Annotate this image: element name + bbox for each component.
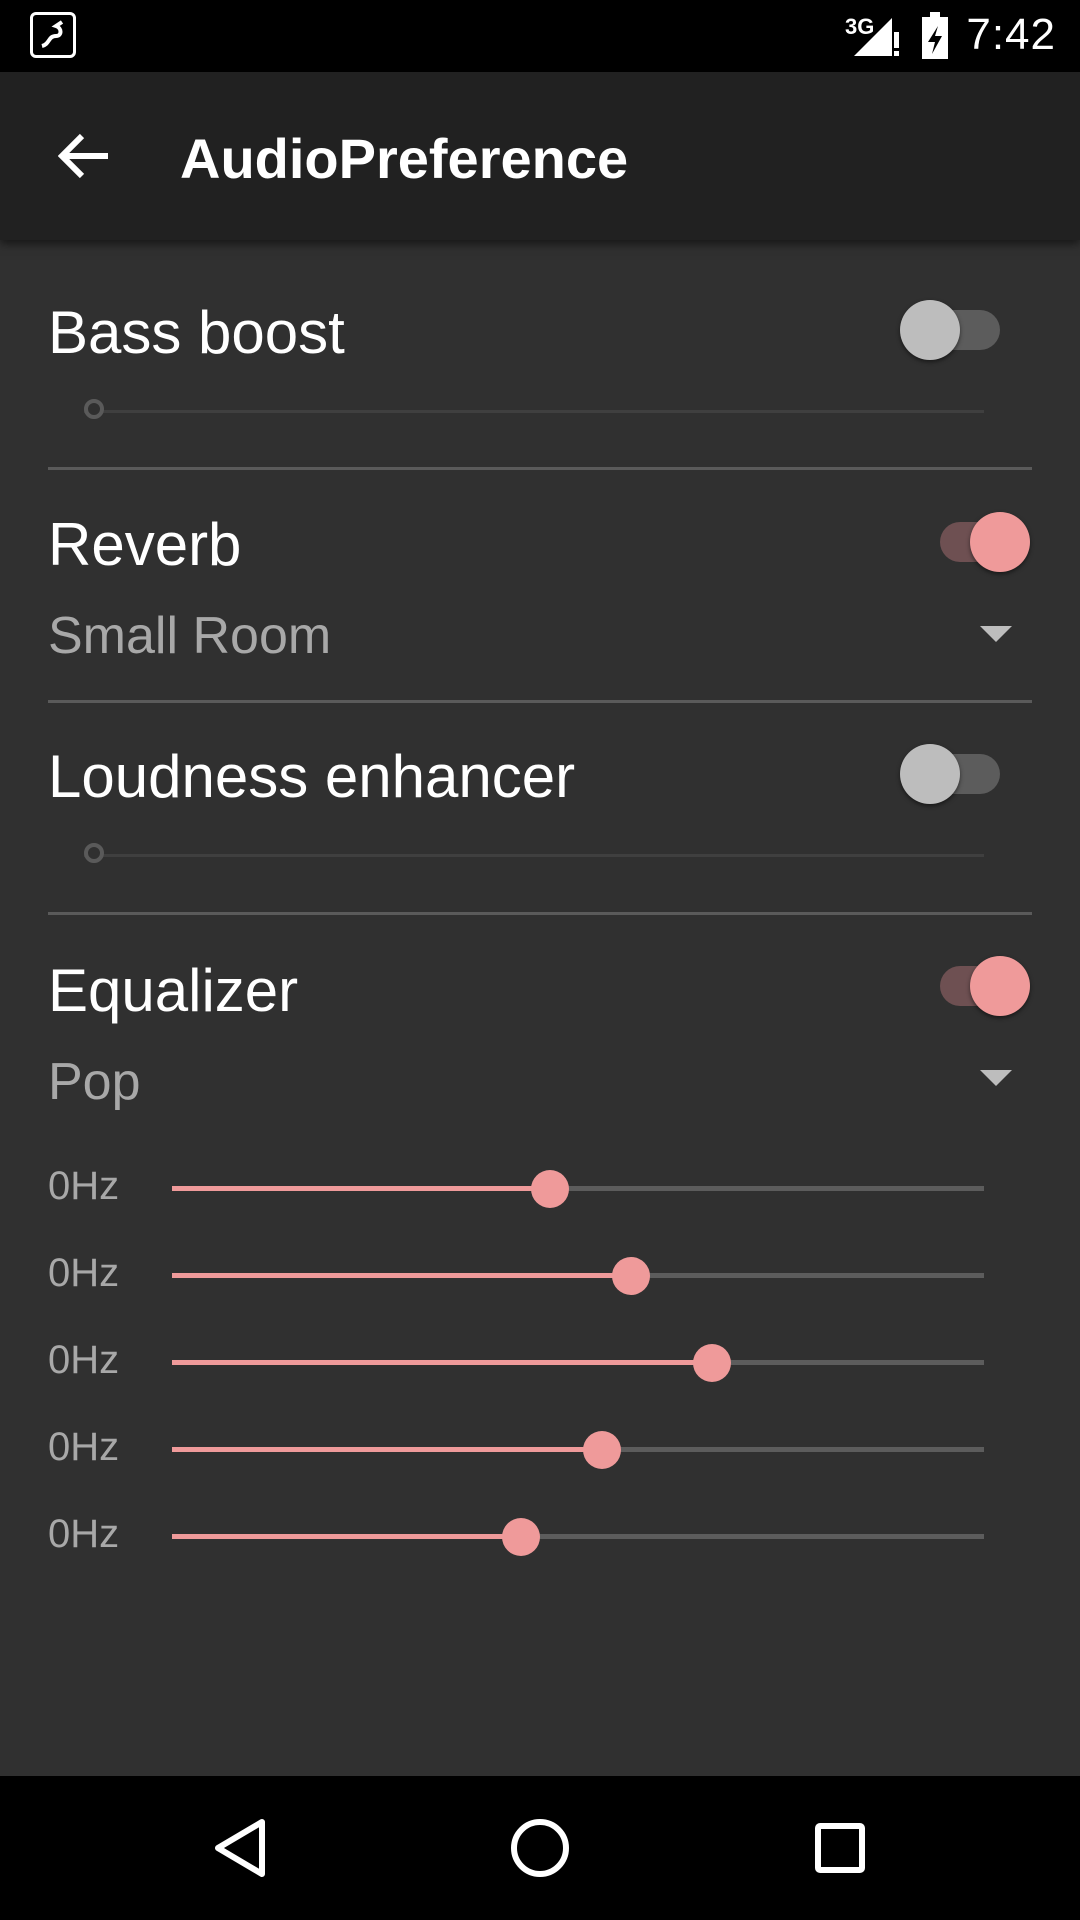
loudness-enhancer-switch[interactable]: [900, 744, 1010, 804]
equalizer-band-row: 0Hz: [0, 1506, 1080, 1566]
band-slider-thumb[interactable]: [692, 1344, 731, 1382]
loudness-enhancer-label: Loudness enhancer: [48, 743, 576, 810]
navigation-bar: [0, 1776, 1080, 1920]
band-slider[interactable]: [172, 1344, 984, 1382]
band-slider-thumb[interactable]: [502, 1518, 541, 1556]
equalizer-band-row: 0Hz: [0, 1332, 1080, 1392]
reverb-switch[interactable]: [920, 512, 1030, 572]
band-frequency-label: 0Hz: [48, 1164, 120, 1208]
status-bar: 3G 7:42: [0, 0, 1080, 72]
band-slider[interactable]: [172, 1431, 984, 1469]
arrow-back-icon[interactable]: [44, 116, 124, 196]
equalizer-band-row: 0Hz: [0, 1419, 1080, 1479]
back-triangle-icon[interactable]: [204, 1812, 276, 1884]
bass-boost-slider[interactable]: [84, 398, 984, 424]
band-slider[interactable]: [172, 1170, 984, 1208]
clock: 7:42: [966, 10, 1056, 59]
equalizer-switch[interactable]: [920, 956, 1030, 1016]
band-frequency-label: 0Hz: [48, 1251, 120, 1295]
recents-square-icon[interactable]: [804, 1812, 876, 1884]
band-slider-fill: [172, 1447, 603, 1452]
home-circle-icon[interactable]: [504, 1812, 576, 1884]
switch-thumb: [970, 512, 1030, 572]
band-slider[interactable]: [172, 1257, 984, 1295]
band-slider-thumb[interactable]: [583, 1431, 622, 1469]
equalizer-band-row: 0Hz: [0, 1158, 1080, 1218]
slider-thumb[interactable]: [84, 843, 104, 863]
switch-thumb: [900, 744, 960, 804]
signal-icon: [850, 14, 902, 63]
bass-boost-switch[interactable]: [900, 300, 1010, 360]
equalizer-label: Equalizer: [48, 957, 299, 1024]
loudness-enhancer-slider[interactable]: [84, 842, 984, 868]
band-slider[interactable]: [172, 1518, 984, 1556]
equalizer-band-row: 0Hz: [0, 1245, 1080, 1305]
app-toolbar: AudioPreference: [0, 72, 1080, 240]
chevron-down-icon[interactable]: [980, 1070, 1012, 1086]
chevron-down-icon[interactable]: [980, 626, 1012, 642]
band-slider-fill: [172, 1534, 522, 1539]
switch-thumb: [970, 956, 1030, 1016]
divider: [48, 912, 1032, 915]
divider: [48, 700, 1032, 703]
band-slider-fill: [172, 1360, 712, 1365]
slider-track: [84, 854, 984, 857]
battery-charging-icon: [920, 12, 950, 65]
band-slider-thumb[interactable]: [530, 1170, 569, 1208]
band-slider-thumb[interactable]: [611, 1257, 650, 1295]
band-frequency-label: 0Hz: [48, 1338, 120, 1382]
slider-track: [84, 410, 984, 413]
reverb-label: Reverb: [48, 511, 242, 578]
reverb-preset-value[interactable]: Small Room: [48, 606, 331, 666]
page-title: AudioPreference: [180, 127, 629, 190]
band-slider-fill: [172, 1273, 631, 1278]
switch-thumb: [900, 300, 960, 360]
divider: [48, 467, 1032, 470]
equalizer-preset-value[interactable]: Pop: [48, 1052, 141, 1112]
band-frequency-label: 0Hz: [48, 1512, 120, 1556]
bass-boost-label: Bass boost: [48, 299, 345, 366]
band-slider-fill: [172, 1186, 550, 1191]
slider-thumb[interactable]: [84, 399, 104, 419]
band-frequency-label: 0Hz: [48, 1425, 120, 1469]
app-notification-icon: [30, 12, 76, 58]
